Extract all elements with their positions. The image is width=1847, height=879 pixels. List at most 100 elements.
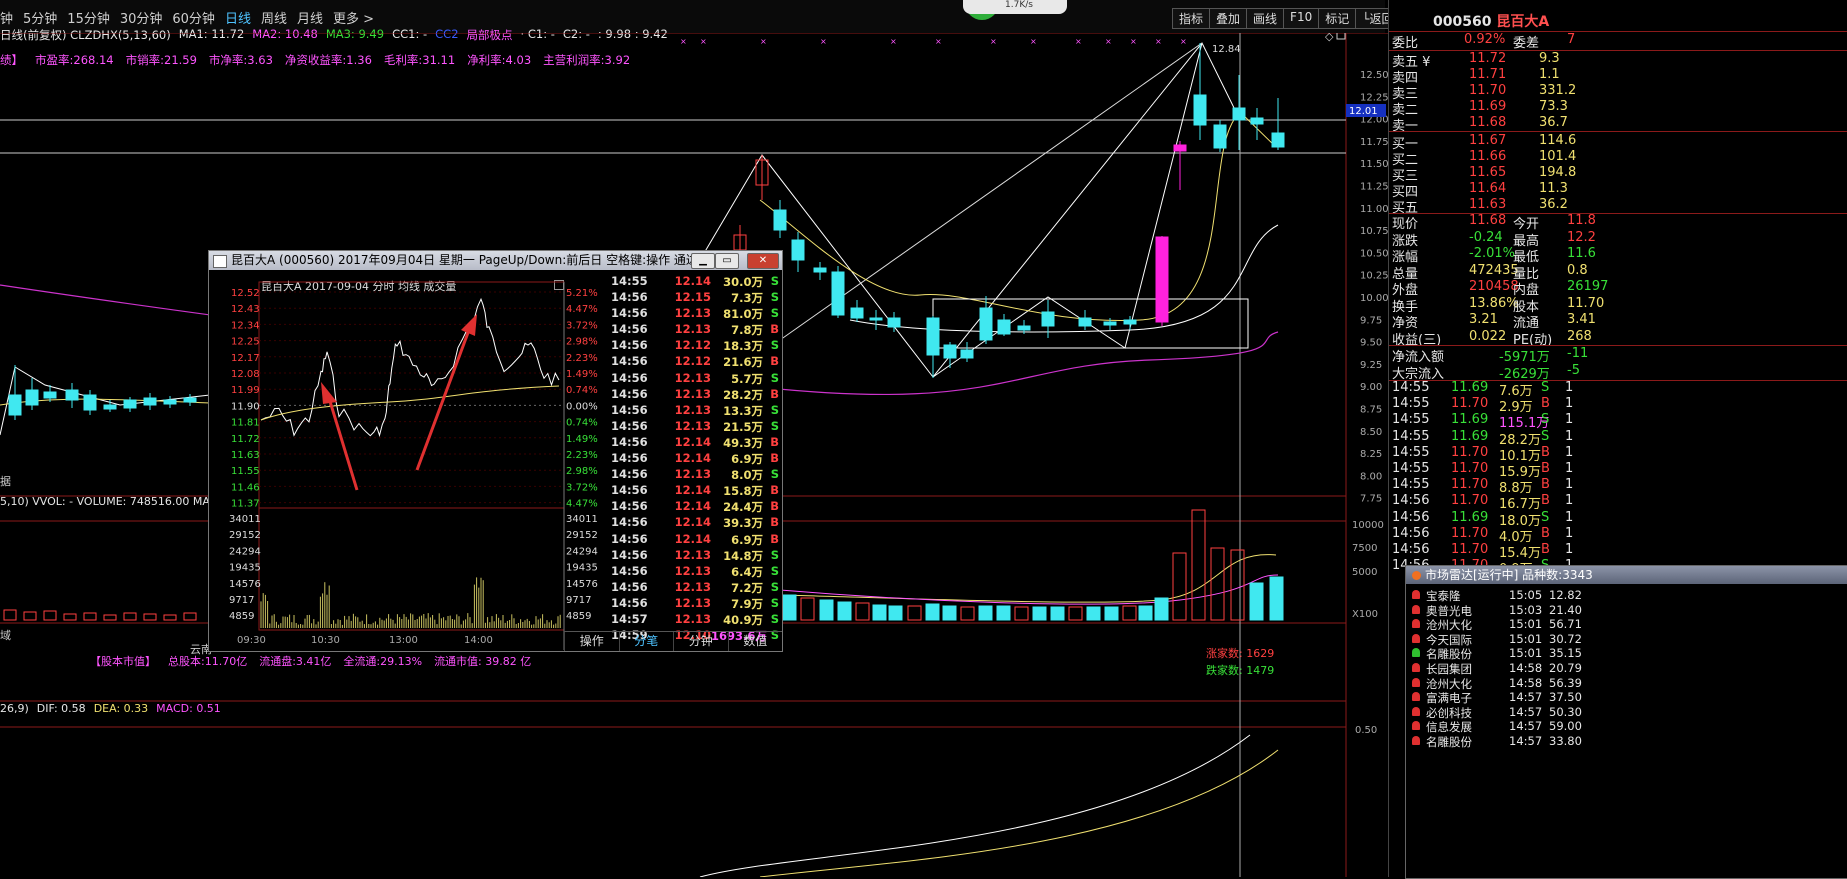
radar-item-10[interactable]: 名雕股份 14:57 33.80 bbox=[1406, 734, 1847, 749]
radar-item-9[interactable]: 信息发展 14:57 59.00 bbox=[1406, 719, 1847, 734]
tick-row-13: 14:56 12.14 15.8万 B bbox=[607, 483, 782, 499]
tick-volume: 8.0万 bbox=[731, 468, 763, 483]
popup-tab-3[interactable]: 数值 bbox=[727, 632, 783, 651]
tick-row-18: 14:56 12.13 6.4万 S bbox=[607, 564, 782, 580]
ma2-line bbox=[849, 224, 1279, 333]
stat-row-2: 涨幅 -2.01% 最低 11.6 bbox=[1389, 246, 1847, 265]
popup-tab-0[interactable]: 操作 bbox=[564, 632, 619, 651]
volume-bar-3 bbox=[837, 601, 852, 621]
bid-volume: 36.2 bbox=[1539, 197, 1568, 212]
tick-row-9: 14:56 12.13 21.5万 S bbox=[607, 419, 782, 435]
ask-volume: 73.3 bbox=[1539, 99, 1568, 114]
close-button[interactable]: ✕ bbox=[747, 253, 779, 269]
mini-price-3: 12.25 bbox=[231, 337, 260, 348]
radar-item-7[interactable]: 富满电子 14:57 37.50 bbox=[1406, 690, 1847, 705]
candle-4 bbox=[83, 394, 97, 411]
popup-tab-2[interactable]: 分钟 bbox=[673, 632, 728, 651]
tick-price: 12.14 bbox=[674, 499, 711, 514]
radar-item-2[interactable]: 沧州大化 15:01 56.71 bbox=[1406, 617, 1847, 632]
intraday-popup[interactable]: 昆百大A (000560) 2017年09月04日 星期一 PageUp/Dow… bbox=[208, 250, 783, 652]
mini-price-8: 11.81 bbox=[231, 418, 260, 429]
tool-button-2[interactable]: 画线 bbox=[1246, 8, 1285, 29]
mini-vol-l-6: 4859 bbox=[229, 611, 254, 622]
tick-side: B bbox=[770, 531, 779, 546]
trade-side: S bbox=[1541, 509, 1550, 525]
period-tab-3[interactable]: 30分钟 bbox=[120, 8, 163, 27]
radar-title-text: 市场雷达[运行中] 品种数:3343 bbox=[1425, 568, 1593, 582]
stat-row-1: 涨跌 -0.24 最高 12.2 bbox=[1389, 229, 1847, 249]
radar-item-3[interactable]: 今天国际 15:01 30.72 bbox=[1406, 632, 1847, 647]
tick-time: 14:55 bbox=[611, 274, 648, 288]
radar-stock: 信息发展 bbox=[1426, 720, 1472, 735]
radar-item-8[interactable]: 必创科技 14:57 50.30 bbox=[1406, 705, 1847, 720]
price-tick-11: 9.75 bbox=[1360, 315, 1382, 326]
period-tab-0[interactable]: 钟 bbox=[0, 8, 13, 27]
tick-row-14: 14:56 12.14 24.4万 B bbox=[607, 499, 782, 515]
trade-count: 1 bbox=[1565, 461, 1574, 476]
stat-value: -0.24 bbox=[1469, 229, 1503, 245]
minimize-button[interactable]: ▁ bbox=[691, 253, 715, 269]
price-tick-4: 11.50 bbox=[1360, 159, 1388, 170]
tick-row-2: 14:56 12.13 81.0万 S bbox=[607, 306, 782, 322]
restore-button[interactable]: ▭ bbox=[715, 253, 739, 269]
popup-titlebar[interactable]: 昆百大A (000560) 2017年09月04日 星期一 PageUp/Dow… bbox=[209, 251, 782, 270]
candle-27 bbox=[1103, 321, 1117, 326]
tick-time: 14:56 bbox=[611, 370, 648, 385]
tick-price: 12.13 bbox=[674, 467, 711, 482]
corner-diamond-icon[interactable]: ◇ bbox=[1325, 33, 1334, 43]
volume-bar-4 bbox=[855, 602, 870, 621]
bid-volume: 101.4 bbox=[1539, 149, 1577, 164]
stat-value: 210458 bbox=[1469, 279, 1519, 294]
macd-line: 26,9) DIF: 0.58 DEA: 0.33 MACD: 0.51 bbox=[0, 702, 221, 715]
tick-row-5: 14:56 12.12 21.6万 B bbox=[607, 354, 782, 370]
period-tab-6[interactable]: 周线 bbox=[261, 8, 287, 27]
signal-mark-3: × bbox=[820, 37, 827, 46]
candle-31 bbox=[1193, 94, 1207, 126]
tool-button-4[interactable]: 标记 bbox=[1318, 8, 1357, 29]
period-tab-8[interactable]: 更多 > bbox=[333, 8, 374, 27]
volume-bar-19 bbox=[1122, 605, 1137, 621]
radar-time: 15:05 bbox=[1509, 588, 1543, 602]
radar-item-0[interactable]: 宝泰隆 15:05 12.82 bbox=[1406, 588, 1847, 603]
tick-volume: 7.8万 bbox=[731, 323, 763, 338]
period-tab-4[interactable]: 60分钟 bbox=[172, 8, 215, 27]
tick-volume: 30.0万 bbox=[723, 275, 763, 289]
trade-count: 1 bbox=[1565, 525, 1574, 541]
mini-time-0: 09:30 bbox=[237, 635, 266, 646]
bell-icon bbox=[1412, 692, 1420, 702]
period-tab-7[interactable]: 月线 bbox=[297, 8, 323, 27]
radar-item-5[interactable]: 长园集团 14:58 20.79 bbox=[1406, 661, 1847, 676]
tool-button-1[interactable]: 叠加 bbox=[1209, 8, 1248, 29]
candle-13 bbox=[791, 239, 805, 261]
cap-item-3: 全流通:29.13% bbox=[343, 655, 423, 668]
mini-price-11: 11.55 bbox=[231, 466, 260, 477]
candle-22 bbox=[979, 307, 993, 341]
mini-time-3: 14:00 bbox=[464, 635, 493, 646]
stat-row-3: 总量 472435 量比 0.8 bbox=[1389, 263, 1847, 282]
corner-expand-icon[interactable] bbox=[1336, 33, 1346, 40]
left-volume-bar-4 bbox=[83, 612, 97, 621]
period-tab-1[interactable]: 5分钟 bbox=[23, 8, 57, 27]
period-tab-2[interactable]: 15分钟 bbox=[67, 8, 110, 27]
mini-pct-2: 3.72% bbox=[566, 320, 598, 331]
price-tick-17: 8.25 bbox=[1360, 449, 1382, 460]
radar-item-6[interactable]: 沧州大化 14:58 56.39 bbox=[1406, 676, 1847, 691]
radar-title[interactable]: 市场雷达[运行中] 品种数:3343 bbox=[1406, 566, 1847, 584]
market-radar[interactable]: 市场雷达[运行中] 品种数:3343 宝泰隆 15:05 12.82 奥普光电 15:0… bbox=[1405, 565, 1847, 879]
tool-button-3[interactable]: F10 bbox=[1283, 8, 1320, 29]
tick-time: 14:56 bbox=[611, 386, 648, 401]
price-tick-15: 8.75 bbox=[1360, 405, 1382, 416]
tick-row-1: 14:56 12.15 7.3万 S bbox=[607, 290, 782, 306]
candle-0 bbox=[8, 394, 22, 416]
intraday-chart[interactable]: 12.52 5.21% 12.43 4.47% 12.34 3.72% 12.25 2.98%… bbox=[209, 270, 607, 650]
radar-item-4[interactable]: 名雕股份 15:01 35.15 bbox=[1406, 646, 1847, 661]
popup-tab-1[interactable]: 分笔 bbox=[618, 632, 674, 651]
period-tab-5[interactable]: 日线 bbox=[225, 8, 251, 27]
tool-button-0[interactable]: 指标 bbox=[1172, 8, 1211, 29]
radar-item-1[interactable]: 奥普光电 15:03 21.40 bbox=[1406, 603, 1847, 618]
weibi-row: 委比 0.92% 委差 7 bbox=[1389, 32, 1847, 51]
macd-dea-line bbox=[759, 749, 1279, 877]
trade-time: 14:55 bbox=[1392, 444, 1430, 460]
tick-price: 12.13 bbox=[674, 322, 711, 337]
volume-bar-11 bbox=[978, 605, 993, 621]
